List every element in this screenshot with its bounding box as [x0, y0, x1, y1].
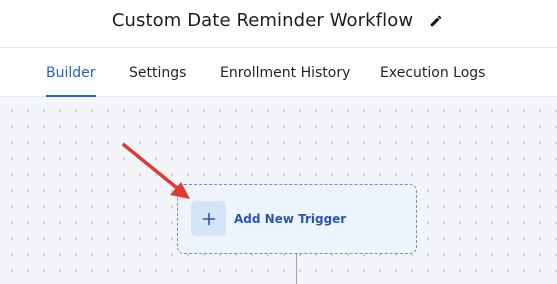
tab-enrollment-history-label: Enrollment History — [220, 65, 351, 81]
edit-title-button[interactable] — [427, 12, 445, 30]
tab-settings-label: Settings — [129, 65, 187, 81]
tab-builder[interactable]: Builder — [46, 49, 96, 97]
tab-builder-label: Builder — [46, 65, 96, 81]
workflow-canvas[interactable]: Add New Trigger — [0, 97, 557, 284]
add-trigger-label: Add New Trigger — [234, 212, 347, 226]
flow-connector-line — [296, 254, 297, 284]
tab-settings[interactable]: Settings — [129, 49, 186, 97]
workflow-header: Custom Date Reminder Workflow — [0, 0, 557, 48]
plus-icon — [202, 212, 215, 225]
pencil-icon — [430, 15, 442, 26]
tab-execution-logs[interactable]: Execution Logs — [380, 49, 485, 97]
title-row: Custom Date Reminder Workflow — [0, 10, 557, 31]
tab-enrollment-history[interactable]: Enrollment History — [220, 49, 350, 97]
workflow-title: Custom Date Reminder Workflow — [111, 10, 414, 31]
add-trigger-icon-box — [191, 201, 226, 236]
add-trigger-card[interactable]: Add New Trigger — [177, 184, 417, 254]
tab-execution-logs-label: Execution Logs — [380, 65, 486, 81]
tab-bar: Builder Settings Enrollment History Exec… — [0, 49, 557, 97]
